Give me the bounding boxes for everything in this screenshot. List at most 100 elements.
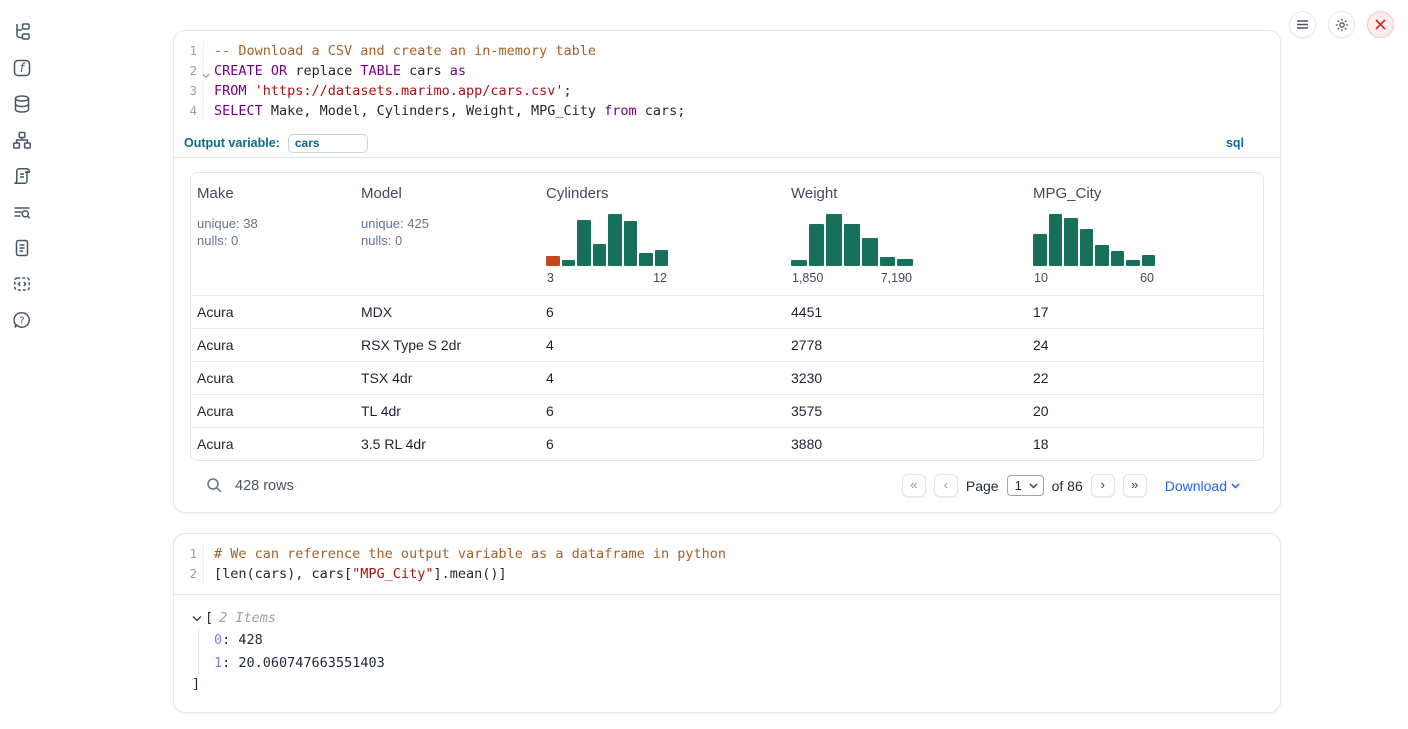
table-cell: 6 — [540, 403, 785, 419]
download-button[interactable]: Download — [1165, 478, 1240, 494]
code-line: 2[len(cars), cars["MPG_City"].mean()] — [174, 564, 1280, 584]
output-variable-input[interactable] — [288, 134, 368, 153]
last-page-button[interactable]: » — [1123, 474, 1147, 497]
menu-icon[interactable] — [1289, 11, 1316, 38]
notebook-controls — [1289, 11, 1394, 38]
column-header-make[interactable]: Makeunique: 38nulls: 0 — [191, 173, 355, 295]
svg-text:?: ? — [19, 316, 24, 327]
code-line: 3FROM 'https://datasets.marimo.app/cars.… — [174, 81, 1280, 101]
line-number: 2 — [174, 61, 204, 81]
table-cell: 22 — [1027, 370, 1264, 386]
column-stats: unique: 38nulls: 0 — [197, 215, 351, 249]
column-header-weight[interactable]: Weight1,8507,190 — [785, 173, 1027, 295]
histogram-bar — [791, 260, 807, 266]
histogram-bar — [546, 256, 560, 266]
file-tree-icon[interactable] — [11, 22, 33, 42]
line-number: 1 — [174, 41, 204, 61]
table-cell: 4 — [540, 370, 785, 386]
column-histogram[interactable] — [546, 214, 668, 266]
histogram-bar — [826, 214, 842, 266]
table-cell: TSX 4dr — [355, 370, 540, 386]
table-header-row: Makeunique: 38nulls: 0Modelunique: 425nu… — [191, 173, 1263, 295]
search-icon[interactable] — [206, 477, 223, 494]
python-cell: 1# We can reference the output variable … — [173, 533, 1281, 713]
column-header-mpg_city[interactable]: MPG_City 1060 — [1027, 173, 1264, 295]
histogram-bar — [1049, 214, 1063, 266]
histogram-bar — [809, 224, 825, 266]
table-cell: Acura — [191, 436, 355, 452]
histogram-bar — [1095, 245, 1109, 266]
table-row[interactable]: Acura3.5 RL 4dr6388018 — [191, 427, 1263, 460]
tree-close-bracket: ] — [192, 674, 1264, 694]
dependency-graph-icon[interactable] — [11, 130, 33, 150]
table-cell: Acura — [191, 370, 355, 386]
histogram-axis-labels: 1060 — [1033, 271, 1155, 285]
table-row[interactable]: AcuraMDX6445117 — [191, 295, 1263, 328]
line-number: 3 — [174, 81, 204, 101]
help-icon[interactable]: ? — [11, 310, 33, 330]
next-page-button[interactable]: › — [1091, 474, 1115, 497]
download-label: Download — [1165, 478, 1227, 494]
python-code-editor[interactable]: 1# We can reference the output variable … — [174, 534, 1280, 594]
table-cell: 24 — [1027, 337, 1264, 353]
first-page-button[interactable]: « — [902, 474, 926, 497]
sql-code-editor[interactable]: 1-- Download a CSV and create an in-memo… — [174, 31, 1280, 131]
histogram-axis-labels: 312 — [546, 271, 668, 285]
sql-output-area: Makeunique: 38nulls: 0Modelunique: 425nu… — [174, 158, 1280, 512]
page-select[interactable]: 1 — [1007, 475, 1044, 496]
histogram-bar — [1126, 260, 1140, 266]
line-number: 2 — [174, 564, 204, 584]
chevron-down-icon[interactable] — [192, 615, 202, 622]
data-table: Makeunique: 38nulls: 0Modelunique: 425nu… — [190, 172, 1264, 461]
column-stats: unique: 425nulls: 0 — [361, 215, 536, 249]
previous-page-button[interactable]: ‹ — [934, 474, 958, 497]
column-header-cylinders[interactable]: Cylinders312 — [540, 173, 785, 295]
column-header-model[interactable]: Modelunique: 425nulls: 0 — [355, 173, 540, 295]
line-number: 4 — [174, 101, 204, 121]
histogram-bar — [1111, 251, 1125, 266]
histogram-bar — [1033, 234, 1047, 266]
document-icon[interactable] — [11, 238, 33, 258]
function-icon[interactable]: f — [11, 58, 33, 78]
table-cell: MDX — [355, 304, 540, 320]
page-label: Page — [966, 478, 999, 494]
gear-icon[interactable] — [1328, 11, 1355, 38]
table-cell: 4 — [540, 337, 785, 353]
histogram-bar — [655, 250, 669, 266]
database-icon[interactable] — [11, 94, 33, 114]
table-cell: 20 — [1027, 403, 1264, 419]
tree-item-count: 2 Items — [219, 607, 276, 629]
scratchpad-icon[interactable] — [11, 166, 33, 186]
histogram-bar — [624, 221, 638, 266]
table-cell: 17 — [1027, 304, 1264, 320]
logs-search-icon[interactable] — [11, 202, 33, 222]
table-cell: 6 — [540, 304, 785, 320]
table-cell: 6 — [540, 436, 785, 452]
code-line: 4SELECT Make, Model, Cylinders, Weight, … — [174, 101, 1280, 121]
table-cell: 3230 — [785, 370, 1027, 386]
table-row[interactable]: AcuraRSX Type S 2dr4277824 — [191, 328, 1263, 361]
histogram-bar — [862, 238, 878, 266]
column-histogram[interactable] — [791, 214, 913, 266]
histogram-axis-labels: 1,8507,190 — [791, 271, 913, 285]
code-line: 1-- Download a CSV and create an in-memo… — [174, 41, 1280, 61]
snippets-icon[interactable] — [11, 274, 33, 294]
table-cell: 3880 — [785, 436, 1027, 452]
table-footer: 428 rows « ‹ Page 1 of 86 › » Download — [190, 461, 1264, 512]
page-select-value: 1 — [1015, 478, 1022, 493]
table-cell: 3.5 RL 4dr — [355, 436, 540, 452]
table-cell: Acura — [191, 304, 355, 320]
histogram-bar — [880, 257, 896, 266]
tree-entry: 0: 428 — [214, 629, 1264, 652]
column-title: MPG_City — [1033, 185, 1261, 202]
table-row[interactable]: AcuraTSX 4dr4323022 — [191, 361, 1263, 394]
column-histogram[interactable] — [1033, 214, 1155, 266]
table-cell: 18 — [1027, 436, 1264, 452]
histogram-bar — [1064, 218, 1078, 266]
sql-cell: 1-- Download a CSV and create an in-memo… — [173, 30, 1281, 513]
code-line: 1# We can reference the output variable … — [174, 544, 1280, 564]
histogram-bar — [1080, 229, 1094, 266]
page-total-label: of 86 — [1052, 478, 1083, 494]
table-row[interactable]: AcuraTL 4dr6357520 — [191, 394, 1263, 427]
close-icon[interactable] — [1367, 11, 1394, 38]
